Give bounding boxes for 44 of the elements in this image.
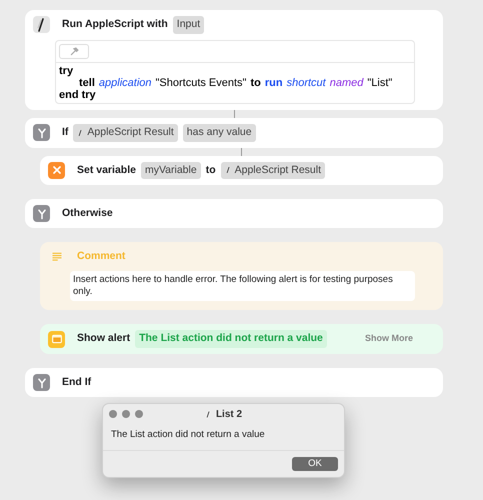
code-token: end try [59,88,96,101]
alert-icon [48,330,65,348]
action-label: Otherwise [62,206,113,221]
close-button[interactable] [109,410,117,418]
code-token: shortcut [286,76,326,89]
action-label: Run AppleScript with [62,17,168,32]
connector-line [241,148,242,156]
code-token: try [59,64,74,77]
script-icon [204,409,212,420]
variable-token[interactable]: AppleScript Result [73,124,178,142]
code-token: tell [79,76,95,89]
zoom-button[interactable] [135,410,143,418]
parameter-token[interactable]: myVariable [140,162,201,180]
script-icon [33,16,50,34]
parameter-token[interactable]: Input [172,16,204,34]
window-title: List 2 [216,408,242,422]
action-label: Comment [77,248,126,264]
ok-button[interactable]: OK [292,457,338,472]
script-icon [224,165,232,176]
code-editor[interactable]: try tell application "Shortcuts Events" to run shortcut named "List" end try [55,40,415,104]
code-token: to [250,76,261,89]
variable-icon [48,162,65,179]
branch-icon [33,374,50,391]
action-label: If [62,124,68,140]
alert-message: The List action did not return a value [103,424,344,452]
branch-icon [33,124,50,142]
code-token: "List" [367,76,392,89]
connector-line [234,110,235,118]
hammer-icon [68,46,80,57]
action-label: Show alert [77,331,130,346]
code-token: named [330,76,364,89]
comment-text-field[interactable]: Insert actions here to handle error. The following alert is for testing purposes only. [70,271,415,302]
code-token: run [264,76,283,89]
script-icon [77,128,84,138]
parameter-token[interactable]: has any value [182,124,256,142]
branch-icon [33,205,50,222]
action-label: End If [62,374,92,390]
code-token: application [98,76,152,89]
action-label: to [206,162,216,178]
compile-button[interactable] [59,44,89,59]
action-label: Set variable [77,162,136,178]
code-token: "Shortcuts Events" [156,76,246,89]
minimize-button[interactable] [122,410,130,418]
variable-token[interactable]: AppleScript Result [220,162,325,180]
